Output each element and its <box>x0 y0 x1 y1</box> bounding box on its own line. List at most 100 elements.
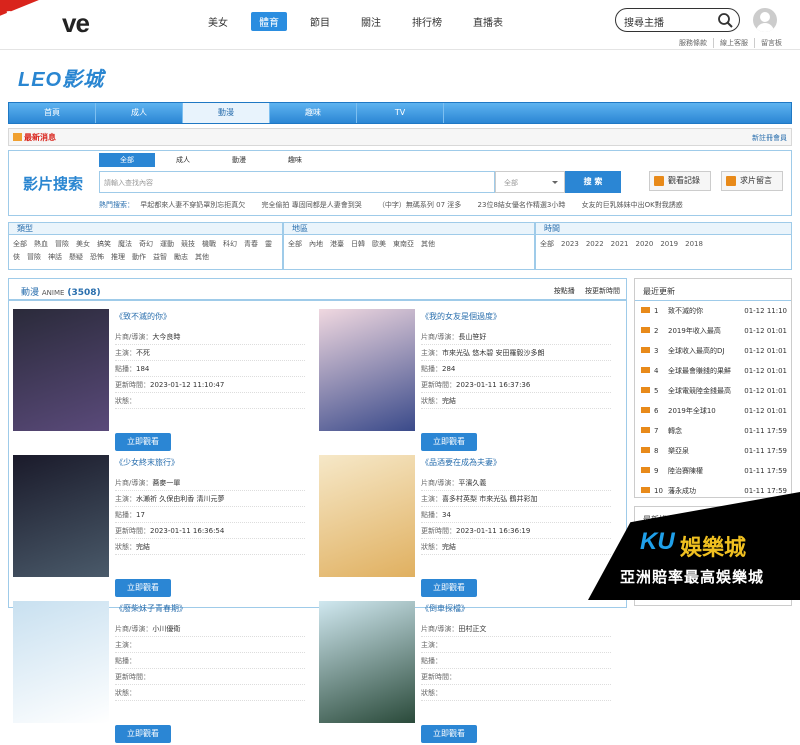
hot-search-link[interactable]: （中字）無碼系列 07 淫多 <box>378 201 461 209</box>
recent-item[interactable]: 5 全球電競陸金錢最高 01-12 01:01 <box>635 381 791 401</box>
recent-item[interactable]: 6 2019年全球10 01-12 01:01 <box>635 401 791 421</box>
filter-option[interactable]: 2023 <box>561 240 579 248</box>
filter-option[interactable]: 歐美 <box>372 240 386 248</box>
filter-option[interactable]: 東南亞 <box>393 240 414 248</box>
hot-search-link[interactable]: 23位8結女優名作精選3小時 <box>478 201 566 209</box>
poster-image[interactable] <box>13 455 109 577</box>
recent-item[interactable]: 9 陸治賽陳權 01-11 17:59 <box>635 461 791 481</box>
message-board-link[interactable]: 留言板 <box>761 38 788 48</box>
filter-option[interactable]: 其他 <box>421 240 435 248</box>
filter-option[interactable]: 益智 <box>153 253 167 261</box>
filter-option[interactable]: 2020 <box>635 240 653 248</box>
video-search-input[interactable]: 請輸入查找內容 <box>99 171 495 193</box>
filter-option[interactable]: 機戰 <box>202 240 216 248</box>
filter-option[interactable]: 搞笑 <box>97 240 111 248</box>
support-link[interactable]: 線上客服 <box>720 38 755 48</box>
top-nav-follow[interactable]: 關注 <box>353 12 389 31</box>
filter-option[interactable]: 勵志 <box>174 253 188 261</box>
recent-item[interactable]: 7 轉念 01-11 17:59 <box>635 421 791 441</box>
search-category-select[interactable]: 全部 <box>495 171 565 193</box>
top-nav-ranking[interactable]: 排行榜 <box>404 12 450 31</box>
terms-link[interactable]: 服務條款 <box>679 38 714 48</box>
filter-option[interactable]: 2022 <box>586 240 604 248</box>
card-title[interactable]: 《致不滅的你》 <box>115 311 305 322</box>
register-link[interactable]: 新註冊會員 <box>752 133 787 143</box>
top-nav-schedule[interactable]: 直播表 <box>465 12 511 31</box>
poster-image[interactable] <box>13 309 109 431</box>
speaker-icon <box>13 133 22 141</box>
poster-image[interactable] <box>319 601 415 723</box>
card-title[interactable]: 《廢柴妹子青春期》 <box>115 603 305 614</box>
status-row: 狀態：完結 <box>115 539 305 555</box>
filter-option[interactable]: 競技 <box>181 240 195 248</box>
top-nav-beauty[interactable]: 美女 <box>200 12 236 31</box>
search-icon[interactable] <box>717 12 733 28</box>
watch-now-button[interactable]: 立即觀看 <box>115 725 171 743</box>
card-title[interactable]: 《我的女友是個過度》 <box>421 311 611 322</box>
filter-option[interactable]: 其他 <box>195 253 209 261</box>
filter-option[interactable]: 恐怖 <box>90 253 104 261</box>
search-tab-anime[interactable]: 動漫 <box>211 153 267 167</box>
filter-option[interactable]: 冒險 <box>27 253 41 261</box>
watch-history-button[interactable]: 觀看記錄 <box>649 171 711 191</box>
sort-by-updated[interactable]: 按更新時間 <box>585 287 620 295</box>
filter-option[interactable]: 2019 <box>660 240 678 248</box>
user-avatar-icon[interactable] <box>753 8 777 32</box>
chevron-down-icon <box>552 181 558 187</box>
search-tab-adult[interactable]: 成人 <box>155 153 211 167</box>
filter-option[interactable]: 推理 <box>111 253 125 261</box>
poster-image[interactable] <box>319 455 415 577</box>
main-nav-adult[interactable]: 成人 <box>96 103 183 123</box>
filter-option[interactable]: 2018 <box>685 240 703 248</box>
top-nav-sports[interactable]: 體育 <box>251 12 287 31</box>
leo-logo[interactable]: LEO影城 <box>18 63 104 92</box>
poster-image[interactable] <box>13 601 109 723</box>
search-tab-all[interactable]: 全部 <box>99 153 155 167</box>
recent-item[interactable]: 8 樂亞泉 01-11 17:59 <box>635 441 791 461</box>
filter-option[interactable]: 神話 <box>48 253 62 261</box>
main-nav-anime[interactable]: 動漫 <box>183 103 270 123</box>
filter-option[interactable]: 港臺 <box>330 240 344 248</box>
cast-row: 主演：水瀨祈 久保由利香 清川元夢 <box>115 491 305 507</box>
streamer-search-input[interactable]: 搜尋主播 <box>615 8 740 32</box>
filter-option[interactable]: 全部 <box>13 240 27 248</box>
card-title[interactable]: 《倒車探檔》 <box>421 603 611 614</box>
site-logo-partial[interactable]: ve <box>62 8 90 39</box>
filter-option[interactable]: 全部 <box>288 240 302 248</box>
doc-icon <box>641 427 650 433</box>
hot-search-link[interactable]: 完全偷拍 專固同都是人妻會到哭 <box>261 201 361 209</box>
sort-by-hits[interactable]: 按點播 <box>554 287 575 295</box>
request-video-button[interactable]: 求片留言 <box>721 171 783 191</box>
recent-item[interactable]: 1 致不滅的你 01-12 11:10 <box>635 301 791 321</box>
main-nav-home[interactable]: 首頁 <box>9 103 96 123</box>
filter-option[interactable]: 內地 <box>309 240 323 248</box>
card-title[interactable]: 《少女終末旅行》 <box>115 457 305 468</box>
card-title[interactable]: 《品酒要在成為夫妻》 <box>421 457 611 468</box>
search-button[interactable]: 搜 索 <box>565 171 621 193</box>
filter-option[interactable]: 熱血 <box>34 240 48 248</box>
main-nav-fun[interactable]: 趣味 <box>270 103 357 123</box>
filter-option[interactable]: 日韓 <box>351 240 365 248</box>
recent-item[interactable]: 3 全球收入最高的DJ 01-12 01:01 <box>635 341 791 361</box>
poster-image[interactable] <box>319 309 415 431</box>
watch-now-button[interactable]: 立即觀看 <box>421 725 477 743</box>
recent-item[interactable]: 4 全球最會賺錢的果鮮 01-12 01:01 <box>635 361 791 381</box>
search-tab-fun[interactable]: 趣味 <box>267 153 323 167</box>
filter-option[interactable]: 動作 <box>132 253 146 261</box>
filter-option[interactable]: 運動 <box>160 240 174 248</box>
list-title: 動漫 ANIME (3508) <box>21 288 101 298</box>
filter-option[interactable]: 魔法 <box>118 240 132 248</box>
recent-item[interactable]: 2 2019年收入最高 01-12 01:01 <box>635 321 791 341</box>
main-nav-tv[interactable]: TV <box>357 103 444 123</box>
filter-option[interactable]: 懸疑 <box>69 253 83 261</box>
hot-search-link[interactable]: 早起都來人妻不穿奶罩別忘拒真欠 <box>140 201 245 209</box>
filter-option[interactable]: 美女 <box>76 240 90 248</box>
filter-option[interactable]: 青春 <box>244 240 258 248</box>
filter-option[interactable]: 冒險 <box>55 240 69 248</box>
filter-option[interactable]: 2021 <box>611 240 629 248</box>
hot-search-link[interactable]: 女友的巨乳姊妹中出OK對我誘惑 <box>582 201 683 209</box>
top-nav-shows[interactable]: 節目 <box>302 12 338 31</box>
filter-option[interactable]: 科幻 <box>223 240 237 248</box>
filter-option[interactable]: 全部 <box>540 240 554 248</box>
filter-option[interactable]: 奇幻 <box>139 240 153 248</box>
